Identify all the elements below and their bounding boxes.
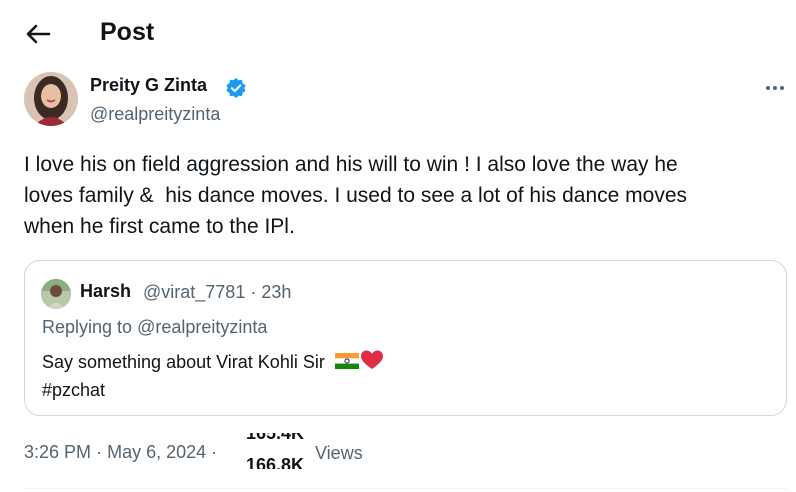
hashtag-link[interactable]: #pzchat [42, 376, 384, 404]
meta-separator: · [250, 282, 257, 302]
views-label: Views [315, 443, 363, 463]
replying-to-handle: @realpreityzinta [137, 317, 268, 337]
author-avatar[interactable] [24, 72, 78, 126]
back-button[interactable] [22, 20, 54, 48]
post-text-line: when he first came to the IPl. [24, 215, 295, 238]
more-options-button[interactable] [760, 78, 790, 98]
meta-separator: · [211, 442, 218, 462]
post-text: I love his on field aggression and his w… [24, 149, 774, 242]
views-count: 165.4K 166.8K [246, 433, 310, 469]
india-flag-icon [334, 353, 359, 369]
replying-to-prefix: Replying to [42, 317, 138, 337]
quoted-meta: @virat_7781 · 23h [143, 282, 291, 303]
quoted-text-line: Say something about Virat Kohli Sir [42, 352, 325, 372]
replying-to: Replying to @realpreityzinta [42, 317, 267, 338]
quoted-author-handle: @virat_7781 [143, 282, 246, 302]
post-meta: 3:26 PM · May 6, 2024 · [24, 442, 217, 463]
verified-badge-icon [226, 78, 246, 98]
views-count-new: 166.8K [246, 455, 305, 469]
quoted-post-age: 23h [261, 282, 292, 302]
divider [24, 488, 787, 489]
quoted-author-avatar [41, 279, 71, 309]
page-title: Post [100, 18, 155, 46]
more-horizontal-icon [766, 86, 784, 90]
author-name[interactable]: Preity G Zinta [90, 75, 207, 96]
red-heart-icon [360, 350, 383, 369]
quoted-author-name: Harsh [80, 281, 132, 301]
arrow-left-icon [26, 24, 51, 44]
post-text-line: I love his on field aggression and his w… [24, 153, 678, 176]
views-count-old: 165.4K [246, 433, 305, 443]
quoted-post-text: Say something about Virat Kohli Sir #pzc… [42, 348, 384, 404]
post-time[interactable]: 3:26 PM [24, 442, 91, 462]
author-handle[interactable]: @realpreityzinta [90, 104, 220, 125]
meta-separator: · [96, 442, 103, 462]
quoted-post-card[interactable]: Harsh @virat_7781 · 23h Replying to @rea… [24, 260, 787, 416]
post-text-line: loves family & his dance moves. I used t… [24, 184, 687, 207]
post-date[interactable]: May 6, 2024 [107, 442, 206, 462]
post-header: Post [0, 0, 796, 68]
